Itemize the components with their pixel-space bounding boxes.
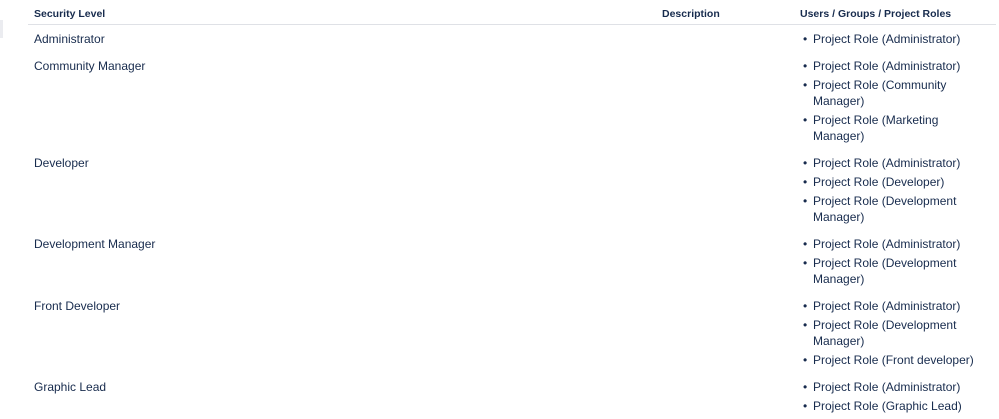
role-text: Project Role (Front developer) — [813, 353, 974, 367]
security-level-name: Developer — [34, 156, 89, 170]
bullet-icon: • — [803, 318, 808, 332]
role-text: Project Role (Developer) — [813, 175, 945, 189]
bullet-icon: • — [803, 353, 808, 367]
bullet-icon: • — [803, 156, 808, 170]
table-row: Development Manager • Project Role (Admin… — [28, 230, 996, 292]
role-text: Project Role (Administrator) — [813, 299, 961, 313]
security-level-table: Security Level Description Users / Group… — [28, 0, 996, 419]
role-list: • Project Role (Administrator) • Project R… — [803, 52, 989, 149]
role-list: • Project Role (Administrator) • Project R… — [803, 230, 989, 292]
role-list: • Project Role (Administrator) — [803, 25, 989, 52]
panel-edge — [0, 20, 3, 38]
role-list: • Project Role (Administrator) • Project R… — [803, 149, 989, 230]
bullet-icon: • — [803, 299, 808, 313]
list-item: • Project Role (Developer) — [803, 174, 989, 190]
bullet-icon: • — [803, 59, 808, 73]
bullet-icon: • — [803, 32, 808, 46]
role-text: Project Role (Administrator) — [813, 59, 961, 73]
bullet-icon: • — [803, 78, 808, 92]
table-header: Security Level Description Users / Group… — [28, 0, 996, 25]
bullet-icon: • — [803, 175, 808, 189]
bullet-icon: • — [803, 399, 808, 413]
role-list: • Project Role (Administrator) • Project R… — [803, 373, 989, 419]
table-row: Community Manager • Project Role (Adminis… — [28, 52, 996, 149]
bullet-icon: • — [803, 237, 808, 251]
list-item: • Project Role (Administrator) — [803, 298, 989, 314]
bullet-icon: • — [803, 256, 808, 270]
list-item: • Project Role (Administrator) — [803, 236, 989, 252]
role-text: Project Role (Graphic Lead) — [813, 399, 962, 413]
security-level-name: Front Developer — [34, 299, 121, 313]
security-level-name: Development Manager — [34, 237, 156, 251]
role-text: Project Role (Community Manager) — [813, 78, 947, 108]
list-item: • Project Role (Graphic Lead) — [803, 398, 989, 414]
list-item: • Project Role (Development Manager) — [803, 255, 989, 287]
role-text: Project Role (Administrator) — [813, 156, 961, 170]
list-item: • Project Role (Marketing Manager) — [803, 112, 989, 144]
list-item: • Project Role (Administrator) — [803, 58, 989, 74]
role-text: Project Role (Development Manager) — [813, 194, 957, 224]
list-item: • Project Role (Front developer) — [803, 352, 989, 368]
role-text: Project Role (Development Manager) — [813, 318, 957, 348]
list-item: • Project Role (Development Manager) — [803, 193, 989, 225]
bullet-icon: • — [803, 194, 808, 208]
header-users-groups-roles: Users / Groups / Project Roles — [800, 8, 952, 20]
list-item: • Project Role (Administrator) — [803, 31, 989, 47]
role-text: Project Role (Administrator) — [813, 32, 961, 46]
list-item: • Project Role (Community Manager) — [803, 77, 989, 109]
list-item: • Project Role (Administrator) — [803, 379, 989, 395]
role-text: Project Role (Administrator) — [813, 237, 961, 251]
security-level-name: Graphic Lead — [34, 380, 107, 394]
role-text: Project Role (Administrator) — [813, 380, 961, 394]
list-item: • Project Role (Administrator) — [803, 155, 989, 171]
bullet-icon: • — [803, 113, 808, 127]
table-row: Front Developer • Project Role (Administr… — [28, 292, 996, 373]
role-text: Project Role (Development Manager) — [813, 256, 957, 286]
table-row: Administrator • Project Role (Administrat… — [28, 25, 996, 52]
header-description: Description — [662, 8, 720, 20]
list-item: • Project Role (Development Manager) — [803, 317, 989, 349]
role-text: Project Role (Marketing Manager) — [813, 113, 939, 143]
table-row: Developer • Project Role (Administrator) … — [28, 149, 996, 230]
table-row: Graphic Lead • Project Role (Administrato… — [28, 373, 996, 419]
role-list: • Project Role (Administrator) • Project R… — [803, 292, 989, 373]
security-level-name: Administrator — [34, 32, 105, 46]
bullet-icon: • — [803, 380, 808, 394]
security-level-name: Community Manager — [34, 59, 146, 73]
header-security-level: Security Level — [34, 8, 106, 20]
